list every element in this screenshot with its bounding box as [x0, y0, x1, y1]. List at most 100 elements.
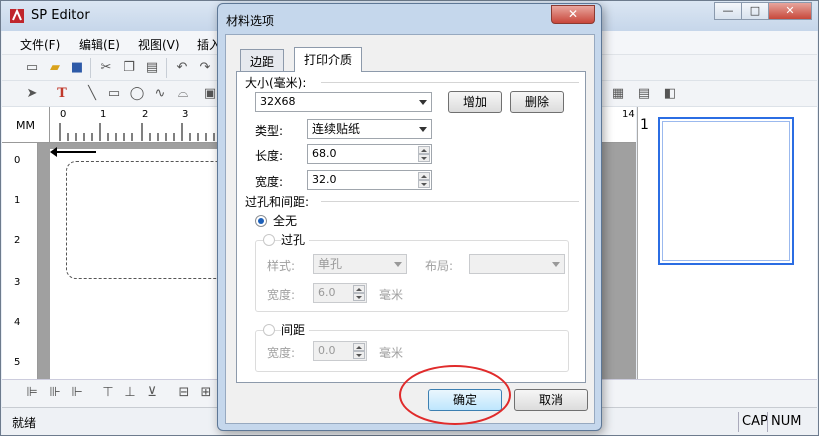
polyline-tool-icon[interactable]: ∿	[152, 86, 168, 102]
redo-icon[interactable]: ↷	[197, 60, 213, 76]
tab-print-media[interactable]: 打印介质	[294, 47, 363, 72]
toolbar-separator	[90, 58, 91, 78]
dialog-close-button[interactable]: ✕	[551, 5, 595, 24]
spin-up-icon[interactable]	[418, 172, 430, 180]
new-file-icon[interactable]: ▭	[24, 60, 40, 76]
width-label: 宽度:	[255, 175, 284, 189]
delete-size-button[interactable]: 删除	[510, 91, 564, 113]
radio-none-label: 全无	[273, 214, 298, 228]
hole-style-label: 样式:	[267, 259, 296, 273]
material-options-dialog: 材料选项 ✕ 边距 打印介质 大小(毫米): 32X68 增加 删除 类型: 连…	[217, 3, 602, 431]
gap-width-unit: 毫米	[379, 346, 404, 360]
ruler-tick: 5	[14, 357, 21, 368]
hole-layout-label: 布局:	[425, 259, 454, 273]
cut-icon[interactable]: ✂	[98, 60, 114, 76]
ruler-tick: 3	[14, 277, 21, 288]
tab-margins[interactable]: 边距	[240, 49, 285, 71]
spin-up-icon[interactable]	[418, 146, 430, 154]
gap-width-input[interactable]: 0.0	[313, 341, 367, 361]
copy-icon[interactable]: ❐	[121, 60, 137, 76]
ruler-unit: MM	[16, 119, 35, 132]
align-bottom-icon[interactable]: ⊻	[144, 385, 160, 401]
gap-width-label: 宽度:	[267, 346, 296, 360]
dialog-body: 边距 打印介质 大小(毫米): 32X68 增加 删除 类型: 连续贴纸 长度:…	[225, 34, 595, 424]
ruler-tick: 1	[14, 195, 21, 206]
ruler-tick: 4	[14, 317, 21, 328]
ruler-tick: 2	[14, 235, 21, 246]
radio-gap-label: 间距	[281, 321, 310, 338]
spin-down-icon[interactable]	[353, 293, 365, 301]
num-indicator: NUM	[767, 412, 801, 432]
chevron-down-icon	[552, 262, 560, 267]
text-tool-icon[interactable]: T	[54, 86, 70, 102]
hole-gap-label: 过孔和间距:	[245, 195, 310, 209]
hole-style-select[interactable]: 单孔	[313, 254, 407, 274]
align-middle-icon[interactable]: ⊥	[122, 385, 138, 401]
page-thumbnail[interactable]	[658, 117, 794, 265]
hole-width-unit: 毫米	[379, 288, 404, 302]
paste-icon[interactable]: ▤	[144, 60, 160, 76]
hole-width-label: 宽度:	[267, 288, 296, 302]
width-value: 32.0	[312, 173, 337, 186]
distribute-h-icon[interactable]: ⊟	[176, 385, 192, 401]
label-canvas[interactable]	[50, 147, 236, 379]
save-icon[interactable]: ■	[69, 60, 85, 76]
menu-edit[interactable]: 编辑(E)	[79, 36, 120, 53]
radio-hole-label: 过孔	[281, 231, 310, 248]
type-select[interactable]: 连续贴纸	[307, 119, 432, 139]
add-size-button[interactable]: 增加	[448, 91, 502, 113]
align-top-icon[interactable]: ⊤	[100, 385, 116, 401]
align-tool-icon[interactable]: ◧	[662, 86, 678, 102]
cancel-button[interactable]: 取消	[514, 389, 588, 411]
line-tool-icon[interactable]: ╲	[84, 86, 100, 102]
chevron-down-icon	[419, 127, 427, 132]
table-tool-icon[interactable]: ▤	[636, 86, 652, 102]
length-label: 长度:	[255, 149, 284, 163]
menu-file[interactable]: 文件(F)	[20, 36, 60, 53]
hole-layout-select[interactable]	[469, 254, 565, 274]
ellipse-tool-icon[interactable]: ◯	[129, 86, 145, 102]
ruler-ticks-top	[59, 123, 215, 141]
align-center-icon[interactable]: ⊪	[47, 385, 63, 401]
ruler-tick: 1	[100, 109, 107, 120]
ruler-left: 0 1 2 3 4 5	[2, 143, 38, 379]
label-outline[interactable]	[66, 161, 226, 279]
grid-tool-icon[interactable]: ▦	[610, 86, 626, 102]
length-value: 68.0	[312, 147, 337, 160]
freeform-tool-icon[interactable]: ⌓	[175, 86, 191, 102]
maximize-button[interactable]: □	[741, 2, 769, 20]
radio-hole[interactable]	[263, 234, 275, 246]
hole-style-value: 单孔	[318, 257, 343, 271]
radio-gap[interactable]	[263, 324, 275, 336]
distribute-v-icon[interactable]: ⊞	[198, 385, 214, 401]
image-tool-icon[interactable]: ▣	[202, 86, 218, 102]
align-right-icon[interactable]: ⊩	[69, 385, 85, 401]
menu-view[interactable]: 视图(V)	[138, 36, 180, 53]
feed-direction-arrow	[50, 147, 96, 157]
radio-none[interactable]	[255, 215, 267, 227]
width-input[interactable]: 32.0	[307, 170, 432, 190]
hole-width-input[interactable]: 6.0	[313, 283, 367, 303]
length-input[interactable]: 68.0	[307, 144, 432, 164]
ruler-tick: 2	[142, 109, 149, 120]
spin-up-icon[interactable]	[353, 285, 365, 293]
print-media-panel: 大小(毫米): 32X68 增加 删除 类型: 连续贴纸 长度: 68.0 宽度…	[236, 71, 586, 383]
gap-width-value: 0.0	[318, 344, 336, 357]
app-close-button[interactable]: ✕	[768, 2, 812, 20]
type-label: 类型:	[255, 124, 284, 138]
undo-icon[interactable]: ↶	[174, 60, 190, 76]
spin-down-icon[interactable]	[418, 154, 430, 162]
type-select-value: 连续贴纸	[312, 122, 361, 136]
hole-group	[255, 240, 569, 312]
spin-down-icon[interactable]	[353, 351, 365, 359]
app-logo-icon	[10, 8, 24, 23]
spin-down-icon[interactable]	[418, 180, 430, 188]
spin-up-icon[interactable]	[353, 343, 365, 351]
rectangle-tool-icon[interactable]: ▭	[106, 86, 122, 102]
size-select[interactable]: 32X68	[255, 92, 432, 112]
pointer-icon[interactable]: ➤	[24, 86, 40, 102]
open-folder-icon[interactable]: ▰	[47, 60, 63, 76]
align-left-icon[interactable]: ⊫	[24, 385, 40, 401]
minimize-button[interactable]: —	[714, 2, 742, 20]
chevron-down-icon	[394, 262, 402, 267]
